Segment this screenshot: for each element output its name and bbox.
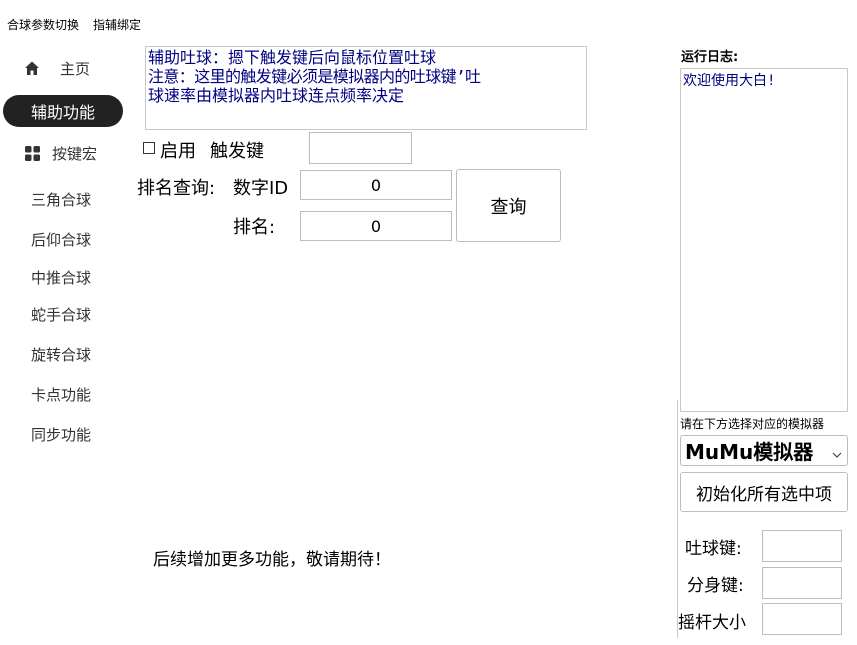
joystick-size-label: 摇杆大小 xyxy=(678,613,746,633)
grid-icon xyxy=(25,145,41,162)
rank-query-label: 排名查询: xyxy=(137,178,216,199)
sidebar-item-rotate[interactable]: 旋转合球 xyxy=(16,344,106,365)
sidebar-item-home[interactable]: 主页 xyxy=(24,58,90,79)
log-text: 欢迎使用大白! xyxy=(683,73,776,89)
sidebar-item-label: 辅助功能 xyxy=(30,103,95,122)
id-input[interactable]: 0 xyxy=(300,170,452,200)
init-all-button[interactable]: 初始化所有选中项 xyxy=(680,472,848,512)
enable-checkbox[interactable] xyxy=(143,142,155,154)
emulator-select-value: MuMu模拟器 xyxy=(685,440,814,464)
spit-key-label: 吐球键: xyxy=(685,539,742,559)
sidebar-item-push[interactable]: 中推合球 xyxy=(16,267,106,288)
sidebar-item-checkpoint[interactable]: 卡点功能 xyxy=(16,384,106,405)
spit-key-input[interactable] xyxy=(762,530,842,562)
home-icon xyxy=(24,60,42,78)
sidebar-item-sync[interactable]: 同步功能 xyxy=(16,424,106,445)
trigger-key-input[interactable] xyxy=(309,132,412,164)
sidebar-item-triangle[interactable]: 三角合球 xyxy=(16,189,106,210)
sidebar-item-label: 按键宏 xyxy=(52,145,98,163)
panel-divider xyxy=(677,400,678,638)
sidebar-item-label: 主页 xyxy=(60,60,91,78)
emulator-select[interactable]: MuMu模拟器 xyxy=(680,435,848,466)
log-textarea[interactable]: 欢迎使用大白! xyxy=(680,68,848,412)
trigger-label: 触发键 xyxy=(210,141,264,162)
sidebar-item-backward[interactable]: 后仰合球 xyxy=(16,229,106,250)
notice-textarea[interactable]: 辅助吐球：摁下触发键后向鼠标位置吐球 注意：这里的触发键必须是模拟器内的吐球键’… xyxy=(145,46,587,130)
sidebar-item-assist[interactable]: 辅助功能 xyxy=(3,95,123,127)
notice-line: 辅助吐球：摁下触发键后向鼠标位置吐球 xyxy=(148,48,437,67)
split-key-label: 分身键: xyxy=(687,576,744,596)
footer-text: 后续增加更多功能，敬请期待！ xyxy=(153,550,391,570)
log-title: 运行日志: xyxy=(681,50,739,65)
emulator-hint: 请在下方选择对应的模拟器 xyxy=(680,417,825,431)
query-button-label: 查询 xyxy=(490,196,527,218)
joystick-size-input[interactable] xyxy=(762,603,842,635)
notice-line: 注意：这里的触发键必须是模拟器内的吐球键’吐 xyxy=(148,67,481,86)
menu-item-param-switch[interactable]: 合球参数切换 xyxy=(7,16,79,33)
id-label: 数字ID xyxy=(233,178,289,199)
sidebar-item-snake[interactable]: 蛇手合球 xyxy=(16,304,106,325)
init-all-button-label: 初始化所有选中项 xyxy=(696,484,832,505)
rank-label: 排名: xyxy=(233,217,276,238)
rank-input[interactable]: 0 xyxy=(300,211,452,241)
notice-line: 球速率由模拟器内吐球连点频率决定 xyxy=(148,86,405,105)
chevron-down-icon xyxy=(832,445,842,464)
query-button[interactable]: 查询 xyxy=(456,169,561,242)
menu-item-binding[interactable]: 指辅绑定 xyxy=(93,16,141,33)
enable-label: 启用 xyxy=(160,141,196,162)
sidebar-item-macro[interactable]: 按键宏 xyxy=(25,143,97,164)
split-key-input[interactable] xyxy=(762,567,842,599)
